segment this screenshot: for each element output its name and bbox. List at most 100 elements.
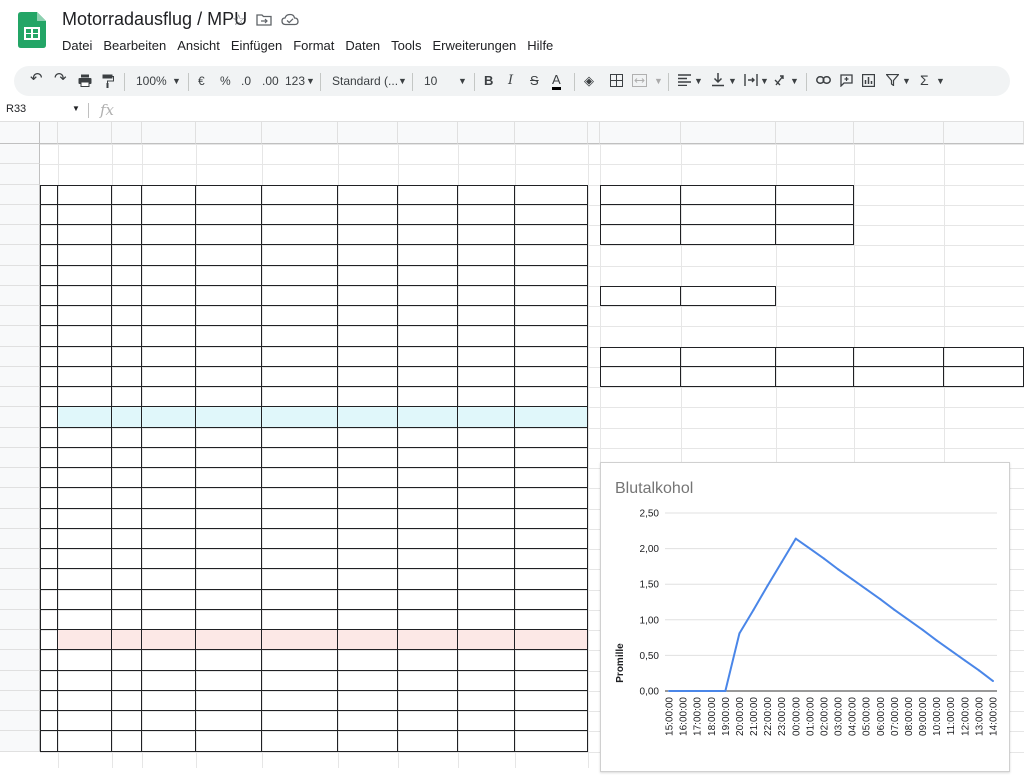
- chevron-down-icon[interactable]: ▼: [172, 72, 181, 90]
- more-formats-button[interactable]: 123: [285, 72, 305, 90]
- column-header[interactable]: [398, 122, 458, 144]
- column-header[interactable]: [338, 122, 398, 144]
- currency-button[interactable]: €: [198, 72, 205, 90]
- column-header[interactable]: [854, 122, 944, 144]
- row-header[interactable]: [0, 265, 40, 286]
- row-header[interactable]: [0, 468, 40, 489]
- paint-format-icon[interactable]: [102, 74, 114, 88]
- person-title[interactable]: [600, 326, 800, 346]
- zoom-select[interactable]: 100%: [136, 72, 167, 90]
- italic-icon[interactable]: I: [508, 72, 513, 90]
- percent-button[interactable]: %: [220, 72, 231, 90]
- row-header[interactable]: [0, 306, 40, 327]
- vertical-align-icon[interactable]: [712, 73, 724, 87]
- column-header[interactable]: [776, 122, 854, 144]
- row-header[interactable]: [0, 245, 40, 266]
- menu-tools[interactable]: Tools: [391, 38, 421, 53]
- move-folder-icon[interactable]: [256, 13, 272, 26]
- row-header[interactable]: [0, 528, 40, 549]
- row-header[interactable]: [0, 164, 40, 185]
- row-header[interactable]: [0, 184, 40, 205]
- column-header[interactable]: [600, 122, 681, 144]
- chevron-down-icon: ▼: [72, 104, 80, 113]
- menu-insert[interactable]: Einfügen: [231, 38, 282, 53]
- column-header[interactable]: [458, 122, 515, 144]
- row-header[interactable]: [0, 508, 40, 529]
- column-header[interactable]: [262, 122, 338, 144]
- row-header[interactable]: [0, 670, 40, 691]
- row-header[interactable]: [0, 549, 40, 570]
- print-icon[interactable]: [78, 74, 92, 87]
- row-header[interactable]: [0, 366, 40, 387]
- row-header[interactable]: [0, 346, 40, 367]
- borders-icon[interactable]: [610, 74, 623, 87]
- column-header[interactable]: [515, 122, 588, 144]
- insert-chart-icon[interactable]: [862, 74, 875, 87]
- increase-decimal-button[interactable]: .00: [262, 72, 279, 90]
- row-header[interactable]: [0, 387, 40, 408]
- row-header[interactable]: [0, 144, 40, 165]
- data-point: [963, 659, 966, 662]
- fx-icon: fx: [100, 101, 115, 119]
- table-title[interactable]: [40, 164, 440, 184]
- sheets-logo-icon[interactable]: [18, 12, 46, 48]
- menu-data[interactable]: Daten: [345, 38, 380, 53]
- row-header[interactable]: [0, 447, 40, 468]
- column-header[interactable]: [588, 122, 600, 144]
- menu-view[interactable]: Ansicht: [177, 38, 220, 53]
- row-header[interactable]: [0, 225, 40, 246]
- row-header[interactable]: [0, 630, 40, 651]
- menu-help[interactable]: Hilfe: [527, 38, 553, 53]
- fill-color-icon[interactable]: ◈: [584, 72, 594, 90]
- row-header[interactable]: [0, 204, 40, 225]
- undo-icon[interactable]: ↶: [30, 70, 43, 88]
- column-header[interactable]: [112, 122, 142, 144]
- drinks-title[interactable]: [600, 164, 900, 184]
- redo-icon[interactable]: ↷: [54, 70, 67, 88]
- sheet-grid[interactable]: Blutalkohol Promille 0,00 0,50 1,00 1,50 2,00 2…: [0, 122, 1024, 772]
- column-header[interactable]: [58, 122, 112, 144]
- row-header[interactable]: [0, 427, 40, 448]
- comment-icon[interactable]: [840, 74, 853, 87]
- menu-extensions[interactable]: Erweiterungen: [432, 38, 516, 53]
- decrease-decimal-button[interactable]: .0: [241, 72, 251, 90]
- column-header[interactable]: [40, 122, 58, 144]
- merge-cells-icon[interactable]: [632, 74, 647, 87]
- link-icon[interactable]: [816, 76, 831, 84]
- row-header[interactable]: [0, 609, 40, 630]
- row-header[interactable]: [0, 326, 40, 347]
- text-color-icon[interactable]: A: [552, 72, 561, 90]
- row-header[interactable]: [0, 589, 40, 610]
- row-header[interactable]: [0, 285, 40, 306]
- row-header[interactable]: [0, 488, 40, 509]
- font-select[interactable]: Standard (...: [332, 72, 398, 90]
- star-icon[interactable]: ☆: [232, 11, 245, 29]
- row-header[interactable]: [0, 407, 40, 428]
- menu-file[interactable]: Datei: [62, 38, 92, 53]
- strikethrough-icon[interactable]: S: [530, 72, 539, 90]
- document-title[interactable]: Motorradausflug / MPU: [62, 9, 247, 30]
- column-header[interactable]: [944, 122, 1024, 144]
- column-header[interactable]: [142, 122, 196, 144]
- bold-icon[interactable]: B: [484, 72, 493, 90]
- align-left-icon[interactable]: [678, 74, 691, 86]
- chart-blutalkohol[interactable]: Blutalkohol Promille 0,00 0,50 1,00 1,50 2,00 2…: [600, 462, 1010, 772]
- menu-format[interactable]: Format: [293, 38, 334, 53]
- name-box[interactable]: R33 ▼: [6, 103, 86, 115]
- filter-icon[interactable]: [886, 74, 899, 86]
- row-header[interactable]: [0, 690, 40, 711]
- row-header[interactable]: [0, 650, 40, 671]
- text-wrap-icon[interactable]: [744, 74, 758, 86]
- row-header[interactable]: [0, 731, 40, 752]
- select-all-corner[interactable]: [0, 122, 40, 144]
- menu-edit[interactable]: Bearbeiten: [103, 38, 166, 53]
- cloud-saved-icon[interactable]: [281, 13, 299, 26]
- alcohol-title[interactable]: [600, 266, 681, 286]
- text-rotation-icon[interactable]: [774, 74, 788, 86]
- functions-icon[interactable]: Σ: [920, 71, 929, 89]
- column-header[interactable]: [681, 122, 776, 144]
- row-header[interactable]: [0, 711, 40, 732]
- row-header[interactable]: [0, 569, 40, 590]
- column-header[interactable]: [196, 122, 262, 144]
- font-size-select[interactable]: 10: [424, 72, 437, 90]
